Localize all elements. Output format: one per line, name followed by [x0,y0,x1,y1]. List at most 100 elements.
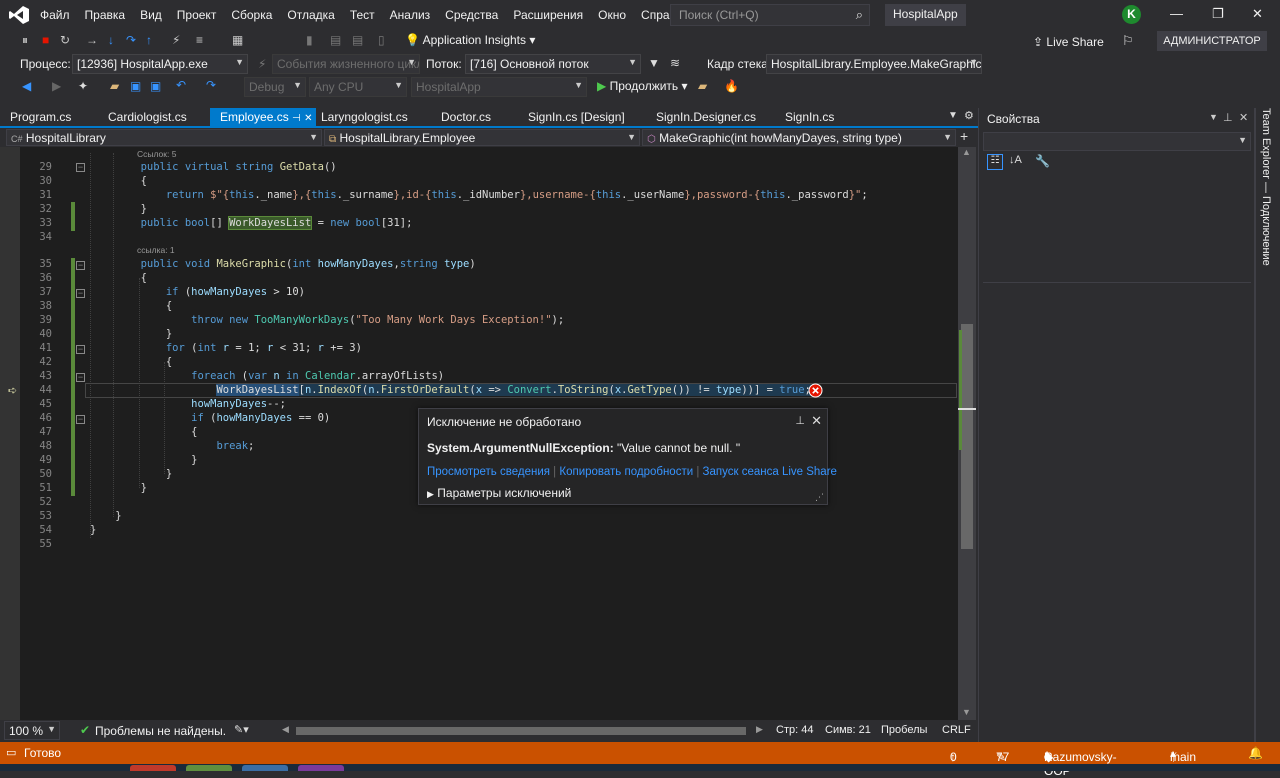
view-details-link[interactable]: Просмотреть сведения [427,466,550,478]
flag-thread-icon[interactable]: ≋ [670,56,680,70]
collapse-icon[interactable]: − [76,415,85,424]
menu-file[interactable]: Файл [40,8,79,22]
bookmark-icon[interactable]: ▮ [306,33,313,47]
repository-status[interactable]: ◆ Razumovsky-OOP ▴ [1044,746,1117,778]
scroll-left-icon[interactable]: ◀ [282,724,289,735]
eol-indicator[interactable]: CRLF [942,724,971,736]
vertical-scrollbar[interactable]: ▲ ▼ [958,147,976,720]
panel-menu-icon[interactable]: ▼ [1209,112,1218,122]
show-next-statement-icon[interactable]: → [86,33,98,47]
error-icon[interactable] [808,383,823,398]
team-explorer-side-tab[interactable]: Team Explorer — Подключение [1256,108,1280,268]
forward-icon[interactable]: ▶ [52,79,61,93]
taskbar-app-icon[interactable] [186,765,232,771]
tab-cardiologist-cs[interactable]: Cardiologist.cs [98,108,197,127]
menu-build[interactable]: Сборка [231,8,281,22]
stop-icon[interactable]: ■ [42,33,49,47]
tab-doctor-cs[interactable]: Doctor.cs [431,108,501,127]
stack-frame-select[interactable]: HospitalLibrary.Employee.MakeGraphic ▼ [766,54,982,74]
collapse-icon[interactable]: − [76,373,85,382]
scroll-right-icon[interactable]: ▶ [756,724,763,735]
search-input[interactable]: Поиск (Ctrl+Q) ⌕ [670,4,870,26]
feedback-icon[interactable]: ⚐ [1122,33,1134,49]
pin-icon[interactable]: ⊥ [795,414,805,427]
comment-icon[interactable]: ▤ [330,33,341,47]
hex-display-icon[interactable]: ⚡ [172,33,180,47]
scroll-down-icon[interactable]: ▼ [962,707,971,717]
menu-window[interactable]: Окно [598,8,635,22]
continue-button[interactable]: ▶ Продолжить ▾ [597,79,688,93]
codelens-references[interactable]: Ссылок: 5 [137,149,176,159]
split-editor-icon[interactable]: + [960,128,968,144]
menu-extensions[interactable]: Расширения [513,8,592,22]
categorized-icon[interactable]: ☷ [987,154,1003,170]
menu-edit[interactable]: Правка [85,8,135,22]
start-live-share-link[interactable]: Запуск сеанса Live Share [703,466,837,478]
restart-icon[interactable]: ↻ [60,33,70,47]
collapse-icon[interactable]: − [76,289,85,298]
save-icon[interactable]: ▣ [130,79,141,93]
whitespace-indicator[interactable]: Пробелы [881,724,927,736]
step-into-icon[interactable]: ↓ [108,33,114,47]
collapse-icon[interactable]: − [76,163,85,172]
scroll-thumb[interactable] [961,324,973,549]
open-folder-icon[interactable]: ▰ [110,79,119,93]
menu-debug[interactable]: Отладка [287,8,343,22]
browser-link-icon[interactable]: ▰ [698,79,707,93]
restore-icon[interactable]: ❐ [1212,6,1224,22]
settings-gear-icon[interactable]: ⚙ [964,109,974,122]
pin-icon[interactable]: ⊥ [1223,111,1233,124]
tab-list-icon[interactable]: ▼ [948,110,958,121]
code-map-icon[interactable]: ▦ [232,33,243,47]
problems-status[interactable]: Проблемы не найдены. [95,724,226,738]
breakpoint-gutter[interactable] [0,147,20,720]
pin-icon[interactable]: ⊣ [292,113,301,124]
live-share-button[interactable]: ⇪ Live Share [1033,35,1104,49]
collapse-icon[interactable]: − [76,345,85,354]
close-icon[interactable]: ✕ [811,413,822,429]
application-insights-button[interactable]: 💡 Application Insights ▾ [405,33,535,47]
resize-grip-icon[interactable]: ⋰ [815,492,824,503]
process-select[interactable]: [12936] HospitalApp.exe ▼ [72,54,248,74]
format-icon[interactable]: ▯ [378,33,385,47]
branch-status[interactable]: ᛘ main ▴ [1170,746,1196,764]
member-nav-select[interactable]: ⬡ MakeGraphic(int howManyDayes, string t… [642,129,956,146]
menu-project[interactable]: Проект [177,8,226,22]
taskbar-app-icon[interactable] [130,765,176,771]
thread-select[interactable]: [716] Основной поток ▼ [465,54,641,74]
property-pages-icon[interactable]: 🔧 [1035,154,1050,168]
threads-icon[interactable]: ≡ [196,33,203,47]
alphabetical-icon[interactable]: ↓A [1009,154,1022,166]
close-icon[interactable]: ✕ [1239,111,1248,124]
startup-project-select[interactable]: HospitalApp ▼ [411,77,587,97]
collapse-icon[interactable]: − [76,261,85,270]
codelens-references[interactable]: ссылка: 1 [137,245,175,255]
avatar[interactable]: K [1122,5,1141,24]
back-icon[interactable]: ◀ [22,79,31,93]
scroll-up-icon[interactable]: ▲ [962,147,971,157]
properties-object-select[interactable]: ▼ [983,132,1251,151]
notifications-icon[interactable]: 🔔 [1248,746,1263,760]
menu-test[interactable]: Тест [350,8,384,22]
taskbar-app-icon[interactable] [242,765,288,771]
admin-badge[interactable]: АДМИНИСТРАТОР [1157,31,1267,51]
line-indicator[interactable]: Стр: 44 [776,724,813,736]
class-nav-select[interactable]: ⧉ HospitalLibrary.Employee ▼ [324,129,640,146]
tab-employee-cs[interactable]: Employee.cs ⊣ ✕ [210,108,316,127]
horizontal-scroll-thumb[interactable] [296,727,746,735]
close-icon[interactable]: ✕ [1252,6,1263,22]
menu-view[interactable]: Вид [140,8,171,22]
tab-program-cs[interactable]: Program.cs [0,108,81,127]
tab-signin-designer-cs[interactable]: SignIn.Designer.cs [646,108,766,127]
platform-select[interactable]: Any CPU ▼ [309,77,407,97]
step-over-icon[interactable]: ↷ [126,33,136,47]
hot-reload-icon[interactable]: 🔥 [724,79,739,93]
copy-details-link[interactable]: Копировать подробности [559,466,693,478]
menu-tools[interactable]: Средства [445,8,507,22]
project-nav-select[interactable]: C# HospitalLibrary ▼ [6,129,322,146]
uncomment-icon[interactable]: ▤ [352,33,363,47]
step-out-icon[interactable]: ↑ [146,33,152,47]
configuration-select[interactable]: Debug ▼ [244,77,306,97]
zoom-select[interactable]: 100 % ▼ [4,721,60,740]
new-project-icon[interactable]: ✦ [78,79,88,93]
